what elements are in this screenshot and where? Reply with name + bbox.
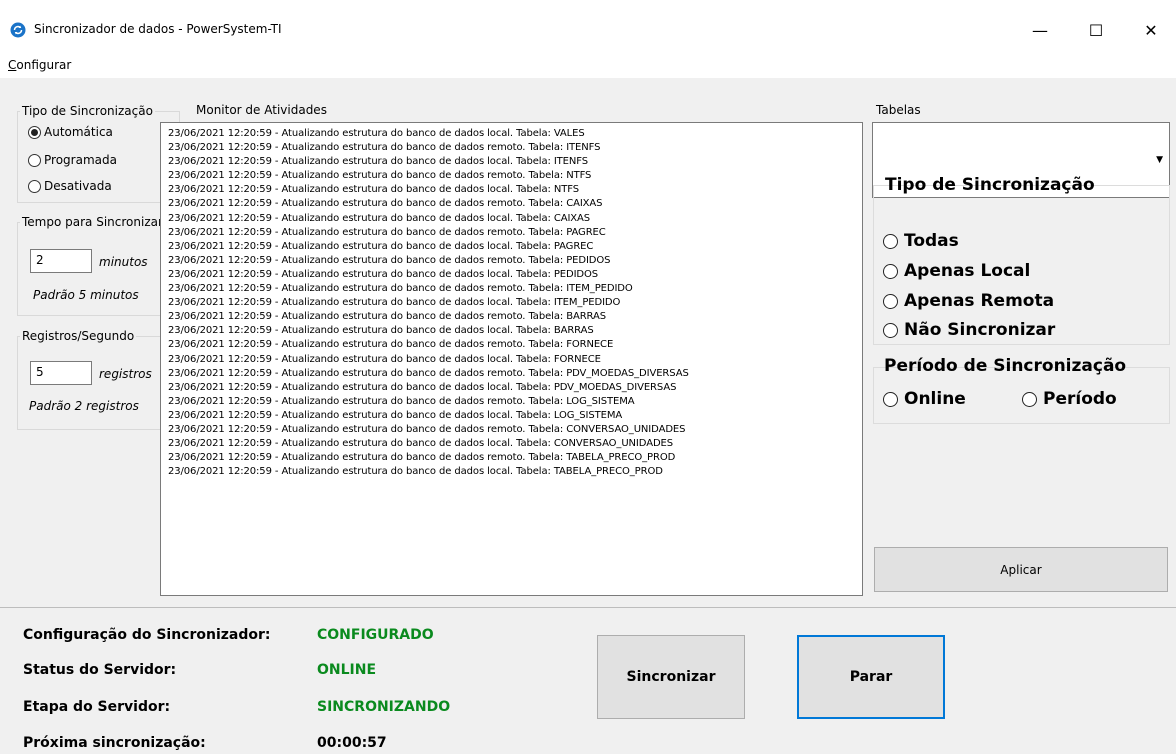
stop-button[interactable]: Parar — [797, 635, 945, 719]
log-line: 23/06/2021 12:20:59 - Atualizando estrut… — [168, 198, 603, 210]
log-line: 23/06/2021 12:20:59 - Atualizando estrut… — [168, 170, 592, 182]
log-line: 23/06/2021 12:20:59 - Atualizando estrut… — [168, 142, 601, 154]
sync-time-input[interactable]: 2 — [30, 249, 92, 273]
log-line: 23/06/2021 12:20:59 - Atualizando estrut… — [168, 184, 579, 196]
radio-nao-sincronizar-indicator[interactable] — [883, 322, 898, 338]
radio-automatica[interactable]: Automática — [28, 125, 113, 139]
log-line: 23/06/2021 12:20:59 - Atualizando estrut… — [168, 311, 606, 323]
records-hint: Padrão 2 registros — [29, 399, 139, 413]
log-line: 23/06/2021 12:20:59 - Atualizando estrut… — [168, 339, 614, 351]
records-unit: registros — [99, 367, 152, 381]
minimize-button[interactable]: — — [1017, 12, 1063, 48]
log-line: 23/06/2021 12:20:59 - Atualizando estrut… — [168, 367, 689, 379]
radio-programada[interactable]: Programada — [28, 153, 117, 167]
sync-time-unit: minutos — [99, 255, 148, 269]
stop-button-label: Parar — [849, 669, 893, 685]
log-line: 23/06/2021 12:20:59 - Atualizando estrut… — [168, 283, 633, 295]
radio-apenas-remota-label: Apenas Remota — [904, 291, 1055, 311]
log-line: 23/06/2021 12:20:59 - Atualizando estrut… — [168, 438, 674, 450]
log-line: 23/06/2021 12:20:59 - Atualizando estrut… — [168, 226, 606, 238]
radio-desativada[interactable]: Desativada — [28, 179, 112, 193]
activity-log[interactable]: 23/06/2021 12:20:59 - Atualizando estrut… — [160, 122, 863, 596]
next-sync-label: Próxima sincronização: — [23, 735, 206, 751]
log-line: 23/06/2021 12:20:59 - Atualizando estrut… — [168, 353, 601, 365]
radio-nao-sincronizar-label: Não Sincronizar — [904, 320, 1056, 340]
radio-programada-label: Programada — [44, 153, 117, 167]
log-line: 23/06/2021 12:20:59 - Atualizando estrut… — [168, 423, 686, 435]
radio-desativada-label: Desativada — [44, 179, 112, 193]
sync-time-group-label: Tempo para Sincronizar — [20, 215, 165, 229]
divider — [0, 607, 1176, 608]
next-sync-value: 00:00:57 — [317, 735, 387, 751]
log-line: 23/06/2021 12:20:59 - Atualizando estrut… — [168, 254, 611, 266]
radio-periodo-label: Período — [1043, 389, 1117, 409]
sync-type-group-label: Tipo de Sincronização — [20, 104, 155, 118]
log-line: 23/06/2021 12:20:59 - Atualizando estrut… — [168, 395, 635, 407]
sync-button[interactable]: Sincronizar — [597, 635, 745, 719]
radio-periodo[interactable]: Período — [1022, 389, 1117, 409]
sync-icon — [10, 22, 26, 38]
menu-bar: Configurar — [0, 52, 1176, 78]
radio-online-indicator[interactable] — [883, 391, 898, 407]
close-button[interactable]: ✕ — [1128, 12, 1174, 48]
records-input[interactable]: 5 — [30, 361, 92, 385]
menu-configurar[interactable]: Configurar — [8, 58, 71, 72]
radio-desativada-indicator[interactable] — [28, 179, 41, 193]
radio-periodo-indicator[interactable] — [1022, 391, 1037, 407]
maximize-icon: ☐ — [1088, 20, 1104, 40]
records-group-label: Registros/Segundo — [20, 329, 137, 343]
server-stage-label: Etapa do Servidor: — [23, 699, 171, 715]
apply-button-label: Aplicar — [1000, 562, 1042, 577]
close-icon: ✕ — [1144, 20, 1158, 40]
sync-button-label: Sincronizar — [626, 669, 716, 685]
config-value: CONFIGURADO — [317, 627, 434, 643]
period-label: Período de Sincronização — [884, 356, 1127, 376]
window-title: Sincronizador de dados - PowerSystem-TI — [34, 22, 282, 36]
log-line: 23/06/2021 12:20:59 - Atualizando estrut… — [168, 325, 594, 337]
radio-apenas-remota-indicator[interactable] — [883, 293, 898, 309]
log-line: 23/06/2021 12:20:59 - Atualizando estrut… — [168, 212, 591, 224]
log-line: 23/06/2021 12:20:59 - Atualizando estrut… — [168, 409, 623, 421]
minimize-icon: — — [1032, 20, 1048, 40]
log-line: 23/06/2021 12:20:59 - Atualizando estrut… — [168, 381, 677, 393]
log-line: 23/06/2021 12:20:59 - Atualizando estrut… — [168, 128, 585, 139]
radio-todas-indicator[interactable] — [883, 233, 898, 249]
monitor-group-label: Monitor de Atividades — [194, 103, 329, 117]
log-line: 23/06/2021 12:20:59 - Atualizando estrut… — [168, 452, 676, 464]
maximize-button[interactable]: ☐ — [1073, 12, 1119, 48]
log-line: 23/06/2021 12:20:59 - Atualizando estrut… — [168, 297, 621, 309]
log-line: 23/06/2021 12:20:59 - Atualizando estrut… — [168, 268, 599, 280]
activity-log-lines: 23/06/2021 12:20:59 - Atualizando estrut… — [161, 123, 862, 479]
radio-automatica-indicator[interactable] — [28, 125, 41, 139]
table-sync-type-label: Tipo de Sincronização — [885, 175, 1095, 195]
radio-todas-label: Todas — [904, 231, 959, 251]
server-status-value: ONLINE — [317, 662, 377, 678]
config-label: Configuração do Sincronizador: — [23, 627, 271, 643]
radio-online-label: Online — [904, 389, 966, 409]
radio-apenas-local-label: Apenas Local — [904, 261, 1031, 281]
log-line: 23/06/2021 12:20:59 - Atualizando estrut… — [168, 240, 594, 252]
sync-time-hint: Padrão 5 minutos — [33, 288, 139, 302]
log-line: 23/06/2021 12:20:59 - Atualizando estrut… — [168, 466, 663, 478]
radio-programada-indicator[interactable] — [28, 153, 41, 167]
menu-configurar-rest: onfigurar — [16, 58, 72, 72]
log-line: 23/06/2021 12:20:59 - Atualizando estrut… — [168, 156, 589, 168]
radio-online[interactable]: Online — [883, 389, 966, 409]
radio-automatica-label: Automática — [44, 125, 113, 139]
server-stage-value: SINCRONIZANDO — [317, 699, 451, 715]
radio-nao-sincronizar[interactable]: Não Sincronizar — [883, 320, 1055, 340]
radio-apenas-local[interactable]: Apenas Local — [883, 261, 1030, 281]
radio-todas[interactable]: Todas — [883, 231, 959, 251]
server-status-label: Status do Servidor: — [23, 662, 177, 678]
radio-apenas-local-indicator[interactable] — [883, 263, 898, 279]
radio-apenas-remota[interactable]: Apenas Remota — [883, 291, 1054, 311]
apply-button[interactable]: Aplicar — [874, 547, 1168, 592]
chevron-down-icon[interactable]: ▼ — [1156, 155, 1163, 165]
tables-group-label: Tabelas — [874, 103, 923, 117]
